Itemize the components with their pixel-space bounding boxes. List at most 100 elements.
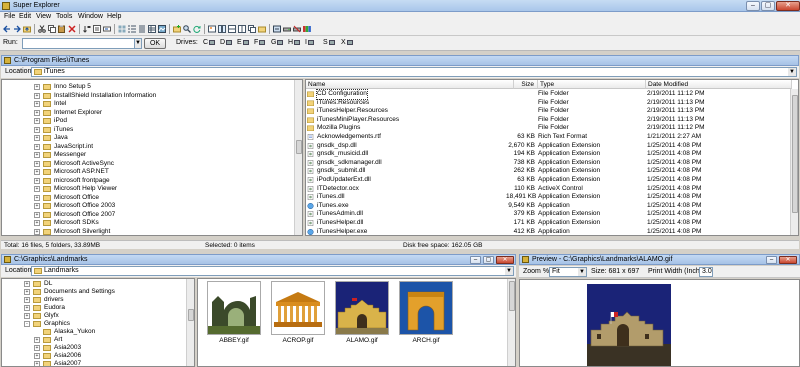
file-row[interactable]: gnsdk_dsp.dll 2,670 KB Application Extensi… bbox=[306, 142, 792, 151]
expand-icon[interactable]: + bbox=[34, 109, 40, 116]
file-list[interactable]: Name Size Type Date Modified CD Configur… bbox=[305, 79, 799, 236]
scroll-thumb[interactable] bbox=[509, 281, 515, 311]
file-row[interactable]: gnsdk_musicid.dll 194 KB Application Exten… bbox=[306, 150, 792, 159]
thumbnail-grid[interactable]: ABBEY.gif ACROP.gif ALAMO.gif ARCH.gif bbox=[197, 278, 516, 367]
minimize-button[interactable]: – bbox=[470, 256, 481, 264]
tree-vertical-scrollbar[interactable] bbox=[186, 279, 194, 366]
top-folder-tree[interactable]: + Inno Setup 5 + InstallShield Installation… bbox=[1, 79, 303, 236]
expand-icon[interactable]: + bbox=[34, 228, 40, 235]
location-dropdown-icon[interactable]: ▼ bbox=[788, 68, 796, 76]
drive-i-button[interactable]: I bbox=[305, 39, 314, 46]
expand-icon[interactable]: - bbox=[24, 321, 30, 327]
column-header-size[interactable]: Size bbox=[514, 80, 538, 89]
close-button[interactable]: ✕ bbox=[496, 256, 514, 264]
expand-icon[interactable]: + bbox=[24, 281, 30, 287]
list-view-icon[interactable] bbox=[138, 25, 146, 33]
file-row[interactable]: iTunesAdmin.dll 379 KB Application Extensi… bbox=[306, 210, 792, 219]
file-row[interactable]: iTunes.Resources File Folder 2/19/2011 11:… bbox=[306, 99, 792, 108]
run-dropdown-icon[interactable]: ▼ bbox=[134, 38, 142, 49]
forward-icon[interactable] bbox=[13, 25, 21, 33]
thumbnail-vertical-scrollbar[interactable] bbox=[507, 279, 515, 366]
expand-icon[interactable]: + bbox=[34, 169, 40, 175]
column-header-date-modified[interactable]: Date Modified bbox=[646, 80, 792, 89]
close-button[interactable]: ✕ bbox=[776, 1, 800, 11]
expand-icon[interactable]: + bbox=[34, 353, 40, 359]
file-row[interactable]: iTunesHelper.dll 171 KB Application Extens… bbox=[306, 219, 792, 228]
map-drive-icon[interactable] bbox=[283, 25, 291, 33]
file-row[interactable]: iTunesHelper.exe 412 KB Application 1/25/20… bbox=[306, 228, 792, 235]
disconnect-drive-icon[interactable] bbox=[293, 25, 301, 33]
rename-icon[interactable] bbox=[103, 25, 111, 33]
up-folder-icon[interactable] bbox=[23, 25, 31, 33]
drive-e-button[interactable]: E bbox=[237, 39, 249, 46]
location-dropdown-icon[interactable]: ▼ bbox=[505, 267, 513, 275]
thumbnail-tile[interactable]: ARCH.gif bbox=[396, 279, 456, 349]
folder-options-icon[interactable] bbox=[258, 25, 266, 33]
thumbnails-view-icon[interactable] bbox=[158, 25, 166, 33]
expand-icon[interactable]: + bbox=[34, 203, 40, 209]
menu-edit[interactable]: Edit bbox=[19, 12, 31, 22]
menu-view[interactable]: View bbox=[36, 12, 51, 22]
tree-vertical-scrollbar[interactable] bbox=[294, 80, 302, 235]
file-row[interactable]: gnsdk_sdkmanager.dll 738 KB Application Ex… bbox=[306, 159, 792, 168]
file-row[interactable]: iTunesMiniPlayer.Resources File Folder 2/1… bbox=[306, 116, 792, 125]
bottom-location-combo[interactable]: Landmarks ▼ bbox=[31, 266, 514, 276]
menu-help[interactable]: Help bbox=[107, 12, 121, 22]
file-row[interactable]: iTunes.dll 18,491 KB Application Extension… bbox=[306, 193, 792, 202]
drive-s-button[interactable]: S bbox=[323, 39, 335, 46]
file-row[interactable]: ITDetector.ocx 110 KB ActiveX Control 1/25/… bbox=[306, 185, 792, 194]
minimize-button[interactable]: – bbox=[746, 1, 760, 11]
image-viewer-icon[interactable] bbox=[208, 25, 216, 33]
menu-tools[interactable]: Tools bbox=[56, 12, 72, 22]
copy-icon[interactable] bbox=[48, 25, 56, 33]
thumbnail-tile[interactable]: ACROP.gif bbox=[268, 279, 328, 349]
small-icons-view-icon[interactable] bbox=[128, 25, 136, 33]
cut-icon[interactable] bbox=[38, 25, 46, 33]
expand-icon[interactable]: + bbox=[34, 135, 40, 141]
drive-c-button[interactable]: C bbox=[203, 39, 216, 46]
expand-icon[interactable]: + bbox=[24, 289, 30, 295]
expand-icon[interactable]: + bbox=[34, 126, 40, 133]
ftp-icon[interactable] bbox=[273, 25, 281, 33]
file-row[interactable]: CD Configuration File Folder 2/19/2011 11:… bbox=[306, 89, 792, 100]
print-width-input[interactable]: 3.0 bbox=[699, 267, 713, 277]
preview-window-title-bar[interactable]: Preview - C:\Graphics\Landmarks\ALAMO.gi… bbox=[519, 254, 800, 265]
scroll-thumb[interactable] bbox=[188, 309, 194, 321]
drive-d-button[interactable]: D bbox=[220, 39, 233, 46]
drive-g-button[interactable]: G bbox=[271, 39, 284, 46]
large-icons-view-icon[interactable] bbox=[118, 25, 126, 33]
minimize-button[interactable]: – bbox=[766, 256, 777, 264]
split-window-icon[interactable] bbox=[228, 25, 236, 33]
new-folder-icon[interactable] bbox=[173, 25, 181, 33]
ok-button[interactable]: OK bbox=[144, 38, 166, 49]
compare-icon[interactable] bbox=[218, 25, 226, 33]
top-window-title-bar[interactable]: C:\Program Files\iTunes bbox=[1, 55, 799, 66]
delete-icon[interactable] bbox=[68, 25, 76, 33]
expand-icon[interactable]: + bbox=[34, 220, 40, 226]
bottom-folder-tree[interactable]: + DL + Documents and Settings + drivers + Eudor… bbox=[1, 278, 195, 367]
expand-icon[interactable]: + bbox=[34, 143, 40, 150]
column-header-type[interactable]: Type bbox=[538, 80, 646, 89]
search-icon[interactable] bbox=[183, 25, 191, 33]
bottom-window-title-bar[interactable]: C:\Graphics\Landmarks – ▢ ✕ bbox=[1, 254, 516, 265]
back-icon[interactable] bbox=[3, 25, 11, 33]
sort-icon[interactable] bbox=[83, 25, 91, 33]
expand-icon[interactable]: + bbox=[34, 118, 40, 124]
expand-icon[interactable]: + bbox=[34, 211, 40, 218]
scroll-thumb[interactable] bbox=[792, 95, 798, 213]
thumbnail-tile[interactable]: ABBEY.gif bbox=[204, 279, 264, 349]
tile-window-icon[interactable] bbox=[238, 25, 246, 33]
expand-icon[interactable]: + bbox=[34, 194, 40, 201]
expand-icon[interactable]: + bbox=[24, 313, 30, 319]
close-button[interactable]: ✕ bbox=[779, 256, 797, 264]
expand-icon[interactable]: + bbox=[34, 92, 40, 99]
run-input[interactable] bbox=[22, 38, 142, 49]
drive-h-button[interactable]: H bbox=[288, 39, 301, 46]
details-view-icon[interactable] bbox=[148, 25, 156, 33]
thumbnail-tile[interactable]: ALAMO.gif bbox=[332, 279, 392, 349]
color-palette-icon[interactable] bbox=[303, 25, 311, 33]
menu-file[interactable]: File bbox=[4, 12, 15, 22]
file-row[interactable]: iTunes.exe 9,549 KB Application 1/25/2011 4… bbox=[306, 202, 792, 211]
file-row[interactable]: gnsdk_submit.dll 262 KB Application Extens… bbox=[306, 167, 792, 176]
expand-icon[interactable]: + bbox=[34, 186, 40, 192]
